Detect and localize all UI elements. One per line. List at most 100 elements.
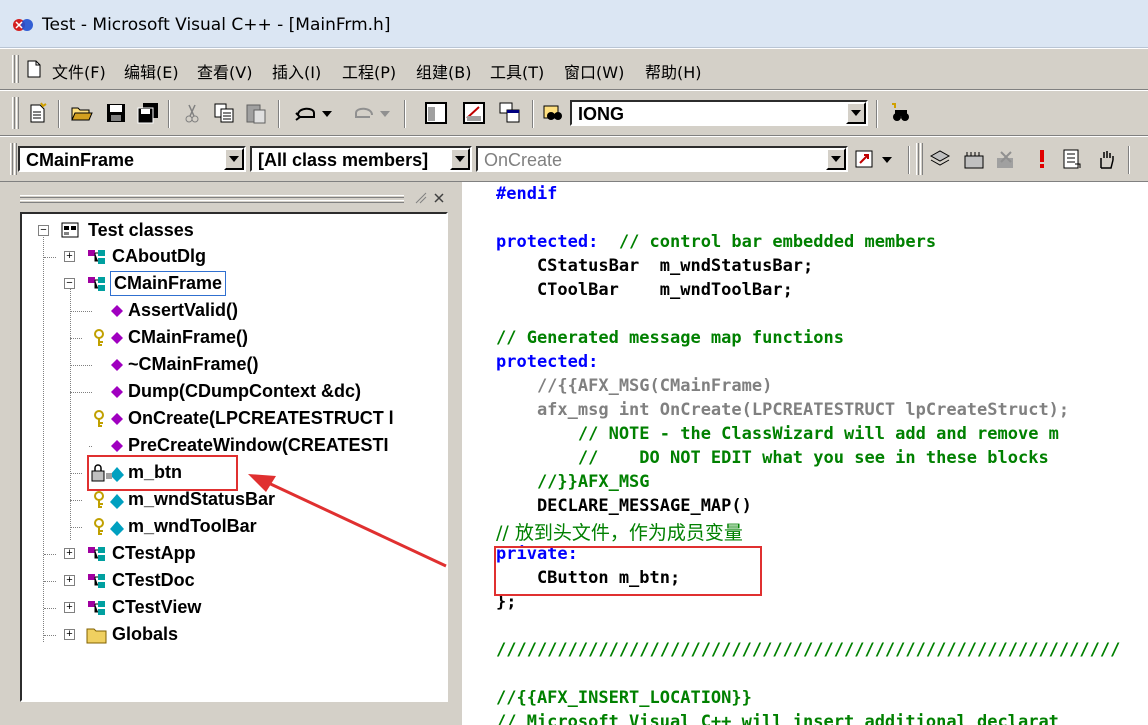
find-binoculars-icon[interactable] <box>888 101 912 125</box>
close-icon[interactable] <box>432 191 446 205</box>
menu-edit[interactable]: 编辑(E) <box>124 59 179 83</box>
output-icon[interactable] <box>462 101 486 125</box>
tree-item-label: CMainFrame() <box>128 327 249 347</box>
tree-item-cmainframe-dtor[interactable]: ~CMainFrame() <box>70 352 418 378</box>
find-in-files-icon[interactable] <box>542 101 566 125</box>
collapse-icon[interactable]: − <box>38 225 49 236</box>
tree-item-label: Globals <box>112 624 179 644</box>
code-line[interactable]: // Generated message map functions <box>496 328 844 348</box>
find-combo[interactable]: IONG <box>570 100 868 126</box>
tree-item-ctestdoc[interactable]: + CTestDoc <box>44 568 402 594</box>
filter-combo-dropdown[interactable] <box>450 148 470 170</box>
toolbar-grip[interactable] <box>14 143 17 175</box>
paste-icon[interactable] <box>244 101 268 125</box>
tree-item-cmainframe-ctor[interactable]: CMainFrame() <box>70 325 418 351</box>
toolbar-grip[interactable] <box>16 97 19 129</box>
filter-combo[interactable]: [All class members] <box>250 146 472 172</box>
toolbar-grip[interactable] <box>916 143 919 175</box>
tree-item-caboutdlg[interactable]: + CAboutDlg <box>44 244 402 270</box>
code-line[interactable]: CStatusBar m_wndStatusBar; <box>496 256 813 276</box>
code-line[interactable]: // NOTE - the ClassWizard will add and r… <box>496 424 1059 444</box>
member-combo[interactable]: OnCreate <box>476 146 848 172</box>
tree-item-label: PreCreateWindow(CREATESTI <box>128 435 389 455</box>
tree-item-label: AssertValid() <box>128 300 239 320</box>
tree-item-m-wndtoolbar[interactable]: m_wndToolBar <box>70 514 418 540</box>
go-icon[interactable] <box>1060 147 1084 171</box>
member-combo-dropdown[interactable] <box>826 148 846 170</box>
menu-build[interactable]: 组建(B) <box>416 59 471 83</box>
menubar-grip[interactable] <box>12 55 15 83</box>
code-line[interactable]: //{{AFX_MSG(CMainFrame) <box>496 376 772 396</box>
code-line[interactable]: protected: // control bar embedded membe… <box>496 232 936 252</box>
code-line[interactable]: ////////////////////////////////////////… <box>496 640 1120 660</box>
menu-view[interactable]: 查看(V) <box>197 59 252 83</box>
tree-item-label: Dump(CDumpContext &dc) <box>128 381 361 401</box>
menubar-grip[interactable] <box>16 55 19 83</box>
workspace-icon[interactable] <box>424 101 448 125</box>
menu-tools[interactable]: 工具(T) <box>490 59 544 83</box>
redo-icon[interactable] <box>350 101 392 125</box>
tree-item-ctestapp[interactable]: + CTestApp <box>44 541 402 567</box>
code-line[interactable]: protected: <box>496 352 598 372</box>
tree-item-oncreate[interactable]: OnCreate(LPCREATESTRUCT l <box>88 406 428 432</box>
code-line[interactable]: // DO NOT EDIT what you see in these blo… <box>496 448 1049 468</box>
expand-icon[interactable]: + <box>64 575 75 586</box>
tree-item-globals[interactable]: + Globals <box>44 622 402 648</box>
tree-horizontal-scrollbar[interactable] <box>20 702 448 725</box>
code-line[interactable]: CToolBar m_wndToolBar; <box>496 280 793 300</box>
execute-icon[interactable] <box>1030 147 1054 171</box>
build-icon[interactable] <box>962 147 986 171</box>
menu-insert[interactable]: 插入(I) <box>272 59 321 83</box>
save-all-icon[interactable] <box>136 101 160 125</box>
toolbar-grip[interactable] <box>12 97 15 129</box>
hand-breakpoint-icon[interactable] <box>1094 147 1118 171</box>
toolbar-grip[interactable] <box>10 143 13 175</box>
copy-icon[interactable] <box>212 101 236 125</box>
tree-item-label: CTestDoc <box>112 570 195 590</box>
chevron-down-icon <box>229 156 239 162</box>
code-line[interactable]: //}}AFX_MSG <box>496 472 650 492</box>
code-line[interactable]: // Microsoft Visual C++ will insert addi… <box>496 712 1059 725</box>
tree-item-dump[interactable]: Dump(CDumpContext &dc) <box>70 379 418 405</box>
menu-project[interactable]: 工程(P) <box>342 59 396 83</box>
tree-item-assertvalid[interactable]: AssertValid() <box>70 298 418 324</box>
open-folder-icon[interactable] <box>70 101 94 125</box>
class-combo-dropdown[interactable] <box>224 148 244 170</box>
expand-icon[interactable]: + <box>64 629 75 640</box>
new-text-file-icon[interactable] <box>26 101 50 125</box>
tree-item-label: CTestApp <box>112 543 196 563</box>
folder-icon <box>86 628 107 644</box>
compile-icon[interactable] <box>928 147 952 171</box>
code-line[interactable]: DECLARE_MESSAGE_MAP() <box>496 496 752 516</box>
workspace-pane-header[interactable] <box>16 186 446 210</box>
undo-icon[interactable] <box>292 101 334 125</box>
editor-gutter[interactable] <box>462 182 488 725</box>
tree-item-label: CAboutDlg <box>112 246 206 266</box>
code-line[interactable]: // 放到头文件，作为成员变量 <box>496 518 743 545</box>
expand-icon[interactable]: + <box>64 548 75 559</box>
wizard-action-icon[interactable] <box>854 147 898 171</box>
code-line[interactable]: //{{AFX_INSERT_LOCATION}} <box>496 688 752 708</box>
tree-item-ctestview[interactable]: + CTestView <box>44 595 402 621</box>
find-combo-dropdown[interactable] <box>846 102 866 124</box>
menu-window[interactable]: 窗口(W) <box>564 59 624 83</box>
code-line[interactable]: afx_msg int OnCreate(LPCREATESTRUCT lpCr… <box>496 400 1069 420</box>
tree-root[interactable]: − Test classes <box>36 218 336 244</box>
class-combo[interactable]: CMainFrame <box>18 146 246 172</box>
save-icon[interactable] <box>104 101 128 125</box>
toolbar-grip[interactable] <box>920 143 923 175</box>
collapse-icon[interactable]: − <box>64 278 75 289</box>
code-editor[interactable]: #endif protected: // control bar embedde… <box>462 182 1148 725</box>
stop-build-icon[interactable] <box>994 147 1018 171</box>
document-icon[interactable] <box>26 60 42 78</box>
expand-icon[interactable]: + <box>64 251 75 262</box>
cut-icon[interactable] <box>180 101 204 125</box>
window-list-icon[interactable] <box>498 101 522 125</box>
expand-icon[interactable]: + <box>64 602 75 613</box>
menu-help[interactable]: 帮助(H) <box>645 59 702 83</box>
class-icon <box>88 601 105 615</box>
code-line[interactable]: #endif <box>496 184 557 204</box>
pane-resize-icon[interactable] <box>414 191 428 205</box>
menu-file[interactable]: 文件(F) <box>52 59 106 83</box>
tree-item-cmainframe[interactable]: − CMainFrame <box>62 271 402 297</box>
